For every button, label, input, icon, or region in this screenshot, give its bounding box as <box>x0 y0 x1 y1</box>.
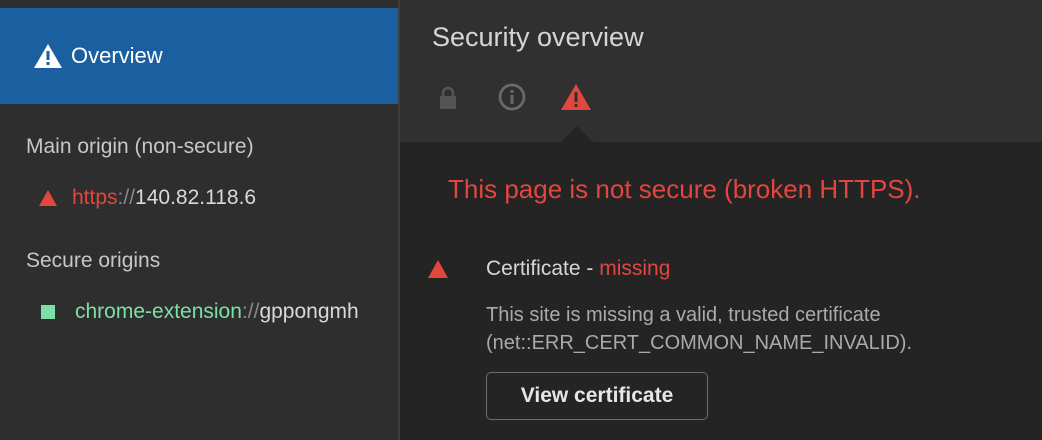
security-main: Security overview This page is not secur… <box>400 0 1042 440</box>
warning-icon <box>34 44 62 68</box>
sidebar-top-strip <box>0 0 398 8</box>
secure-origin-link[interactable]: chrome-extension://gppongmh <box>38 300 359 324</box>
main-header: Security overview <box>400 0 1042 142</box>
secure-origins-title: Secure origins <box>26 249 161 272</box>
warning-icon[interactable] <box>560 82 592 112</box>
certificate-description-line: This site is missing a valid, trusted ce… <box>486 304 881 326</box>
sidebar-item-overview[interactable]: Overview <box>0 8 398 104</box>
selected-state-pointer <box>561 126 593 142</box>
view-certificate-button[interactable]: View certificate <box>486 372 708 420</box>
certificate-description: This site is missing a valid, trusted ce… <box>486 301 912 357</box>
main-origin-link[interactable]: https://140.82.118.6 <box>38 186 256 210</box>
certificate-label: Certificate <box>486 257 581 280</box>
security-sidebar: Overview Main origin (non-secure) https:… <box>0 0 398 440</box>
sidebar-item-label: Overview <box>71 43 163 68</box>
info-icon[interactable] <box>496 82 528 112</box>
warning-icon <box>39 190 57 206</box>
certificate-description-line: (net::ERR_CERT_COMMON_NAME_INVALID). <box>486 332 913 354</box>
origin-scheme: https <box>72 186 118 209</box>
origin-separator: :// <box>241 300 260 323</box>
security-summary: This page is not secure (broken HTTPS). <box>448 174 921 204</box>
certificate-dash: - <box>586 257 594 280</box>
origin-scheme: chrome-extension <box>75 300 242 323</box>
security-panel: Overview Main origin (non-secure) https:… <box>0 0 1042 440</box>
origin-separator: :// <box>117 186 136 209</box>
secure-square-icon <box>41 305 55 319</box>
certificate-status: missing <box>599 257 671 280</box>
main-origin-title: Main origin (non-secure) <box>26 135 254 158</box>
certificate-title: Certificate - missing <box>486 257 670 281</box>
page-title: Security overview <box>432 22 644 52</box>
origin-host: 140.82.118.6 <box>135 186 257 209</box>
warning-icon <box>428 260 448 278</box>
lock-icon[interactable] <box>432 82 464 112</box>
origin-host: gppongmh <box>259 300 359 323</box>
